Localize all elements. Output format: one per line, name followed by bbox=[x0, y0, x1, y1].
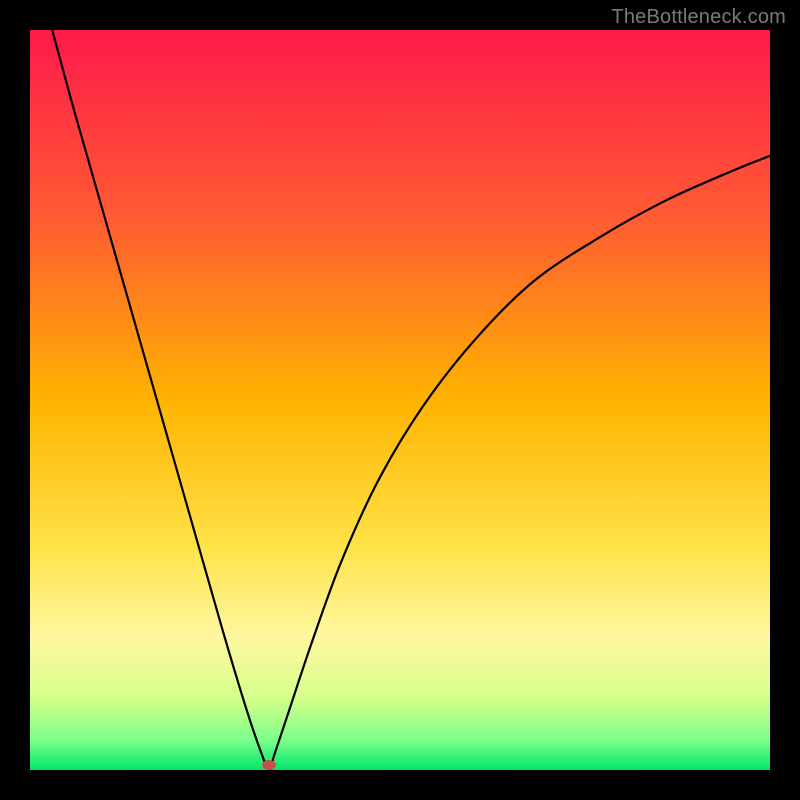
bottleneck-curve bbox=[52, 30, 770, 770]
watermark-text: TheBottleneck.com bbox=[611, 6, 786, 29]
curve-layer bbox=[30, 30, 770, 770]
plot-area bbox=[30, 30, 770, 770]
optimal-point-marker bbox=[262, 760, 276, 770]
chart-frame: TheBottleneck.com bbox=[0, 0, 800, 800]
